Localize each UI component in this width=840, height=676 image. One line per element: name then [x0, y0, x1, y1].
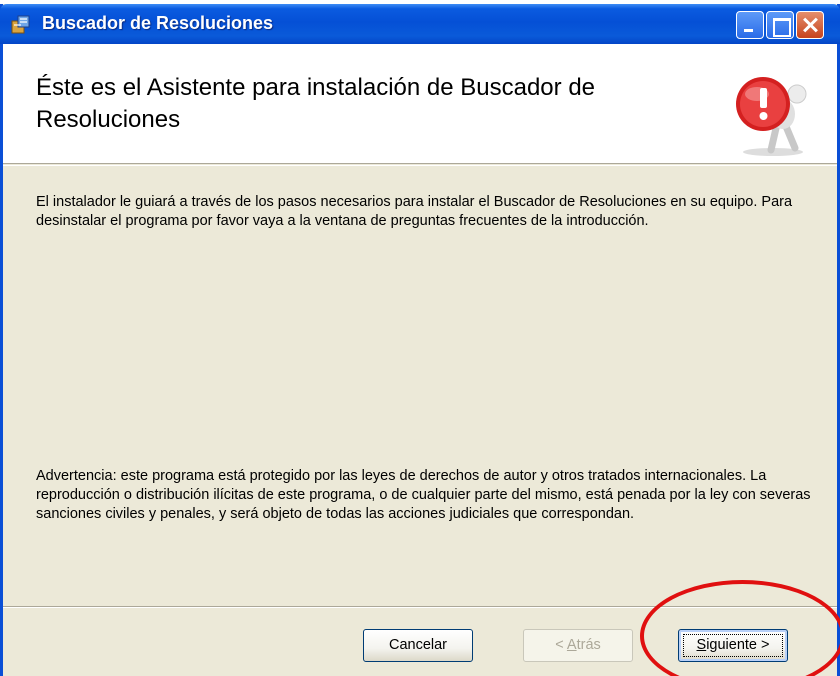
red-figure-exclamation-icon [736, 77, 807, 156]
minimize-button[interactable] [736, 11, 764, 39]
cancel-button[interactable]: Cancelar [363, 629, 473, 662]
wizard-title: Éste es el Asistente para instalación de… [36, 74, 596, 133]
maximize-button[interactable] [766, 11, 794, 39]
back-button: < Atrás [523, 629, 633, 662]
copyright-warning-text: Advertencia: este programa está protegid… [36, 468, 811, 522]
intro-text: El instalador le guiará a través de los … [36, 194, 793, 229]
back-button-rest: trás [576, 637, 601, 653]
header-divider [3, 165, 837, 166]
window-title: Buscador de Resoluciones [42, 13, 274, 33]
cancel-button-label: Cancelar [388, 637, 448, 653]
back-button-accel: A [566, 637, 577, 653]
back-button-prefix: < [555, 637, 567, 653]
title-bar[interactable]: Buscador de Resoluciones [0, 4, 840, 44]
installer-package-icon [11, 15, 30, 34]
wizard-header: Éste es el Asistente para instalación de… [3, 44, 837, 164]
installer-window: Buscador de Resoluciones Éste es el Asis… [0, 4, 840, 676]
close-button[interactable] [796, 11, 824, 39]
